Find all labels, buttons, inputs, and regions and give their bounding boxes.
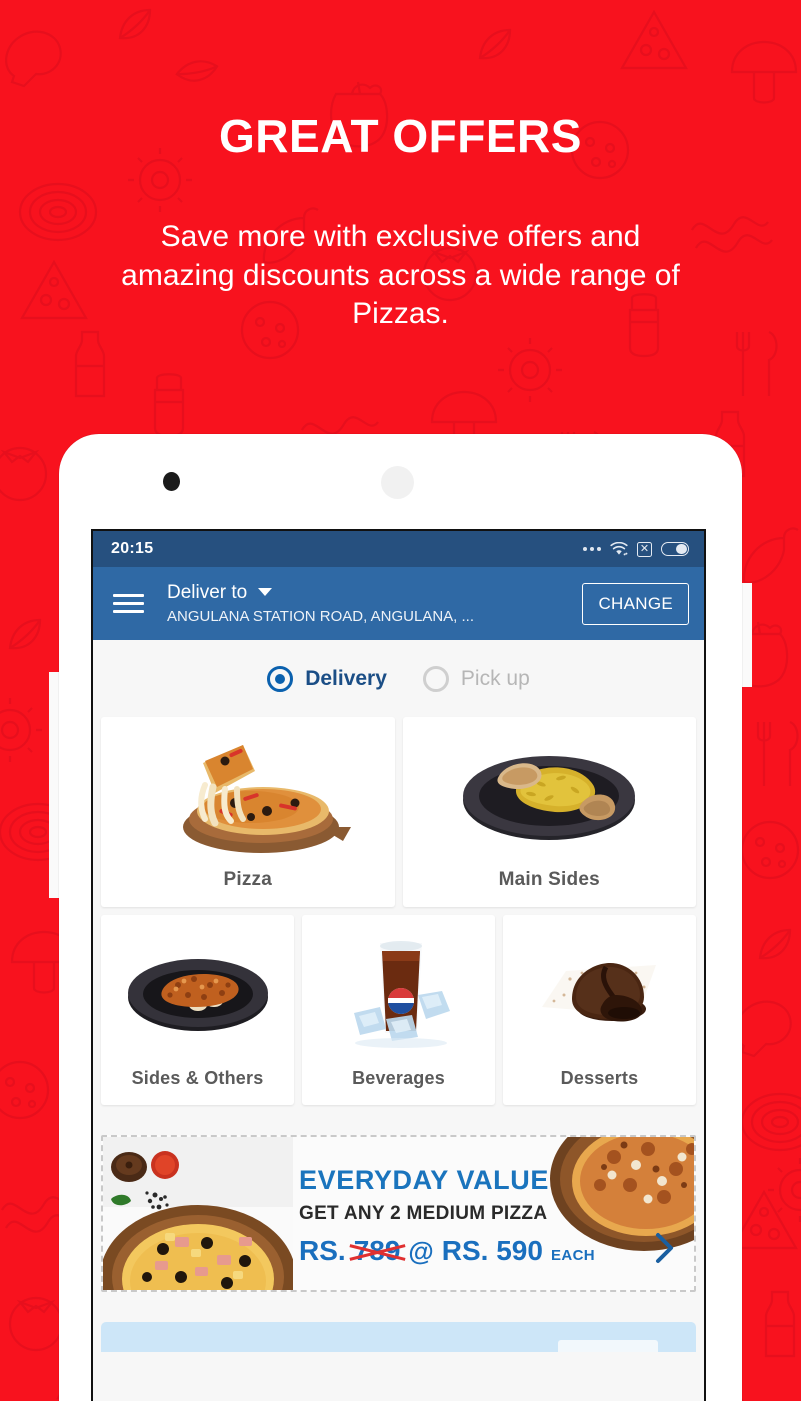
category-grid: Pizza Main Sides Sides & Others Beverage… xyxy=(93,717,704,1105)
category-label-sides-others: Sides & Others xyxy=(131,1068,264,1088)
order-mode-delivery[interactable]: Delivery xyxy=(267,665,387,692)
delivery-address-block[interactable]: Deliver to ANGULANA STATION ROAD, ANGULA… xyxy=(167,581,582,627)
hero-section: GREAT OFFERS Save more with exclusive of… xyxy=(0,0,801,333)
hamburger-menu-icon[interactable] xyxy=(113,594,144,613)
promo-left-pizza-image xyxy=(103,1137,293,1290)
status-time: 20:15 xyxy=(111,540,154,557)
x-box-icon: ✕ xyxy=(637,541,652,557)
category-row-1: Pizza Main Sides xyxy=(101,717,696,907)
front-camera-icon xyxy=(163,472,180,491)
page-subtitle: Save more with exclusive offers and amaz… xyxy=(121,220,680,331)
chocolate-lava-cake-image xyxy=(503,915,696,1068)
promo-headline: EVERYDAY VALUE xyxy=(299,1164,549,1195)
more-dots-icon xyxy=(583,547,601,551)
category-label-main-sides: Main Sides xyxy=(498,869,600,890)
order-mode-delivery-label: Delivery xyxy=(305,666,387,690)
rice-platter-image xyxy=(403,717,697,869)
promo-price-row: RS. 789 @ RS. 590 EACH xyxy=(299,1225,595,1267)
category-label-pizza: Pizza xyxy=(223,869,273,890)
deliver-to-label: Deliver to xyxy=(167,581,248,603)
promo-page: GREAT OFFERS Save more with exclusive of… xyxy=(0,0,801,1401)
promo-subheadline: GET ANY 2 MEDIUM PIZZA xyxy=(299,1202,548,1224)
order-mode-pickup[interactable]: Pick up xyxy=(422,665,530,692)
pasta-plate-image xyxy=(101,915,294,1068)
promo-currency-label: RS. xyxy=(299,1234,346,1266)
category-card-sides-others[interactable]: Sides & Others xyxy=(101,915,294,1105)
order-mode-toggle: Delivery Pick up xyxy=(93,640,704,717)
status-icon-group: ✕ xyxy=(583,541,689,557)
promo-at-symbol: @ xyxy=(408,1235,434,1266)
next-offer-card-inner xyxy=(558,1340,658,1352)
deliver-to-row[interactable]: Deliver to xyxy=(167,581,582,604)
category-label-beverages: Beverages xyxy=(352,1068,445,1088)
status-bar: 20:15 ✕ xyxy=(93,531,704,567)
phone-device-mockup: 20:15 ✕ Deliver to ANGULANA STATION ROAD… xyxy=(59,434,742,1401)
chevron-right-icon[interactable] xyxy=(652,1231,678,1270)
page-title: GREAT OFFERS xyxy=(219,110,582,162)
category-row-2: Sides & Others Beverages Desserts xyxy=(101,915,696,1105)
radio-unselected-icon[interactable] xyxy=(422,665,449,692)
wifi-icon xyxy=(610,541,628,555)
promo-banner-everyday-value[interactable]: EVERYDAY VALUE GET ANY 2 MEDIUM PIZZA RS… xyxy=(101,1135,696,1292)
promo-new-price: RS. 590 xyxy=(441,1234,543,1266)
promo-copy-block: EVERYDAY VALUE GET ANY 2 MEDIUM PIZZA RS… xyxy=(299,1161,595,1267)
phone-screen: 20:15 ✕ Deliver to ANGULANA STATION ROAD… xyxy=(91,529,706,1401)
promo-old-price: 789 xyxy=(353,1234,401,1266)
order-mode-pickup-label: Pick up xyxy=(460,666,530,690)
category-card-beverages[interactable]: Beverages xyxy=(302,915,495,1105)
category-card-pizza[interactable]: Pizza xyxy=(101,717,395,907)
cola-glass-ice-image xyxy=(302,915,495,1068)
content-spacer xyxy=(93,1292,704,1322)
next-offer-card-partial[interactable] xyxy=(101,1322,696,1352)
category-card-desserts[interactable]: Desserts xyxy=(503,915,696,1105)
category-label-desserts: Desserts xyxy=(560,1068,639,1088)
app-bar: Deliver to ANGULANA STATION ROAD, ANGULA… xyxy=(93,567,704,640)
change-address-button[interactable]: CHANGE xyxy=(582,582,689,625)
chevron-down-icon[interactable] xyxy=(258,588,273,596)
promo-banner-section: EVERYDAY VALUE GET ANY 2 MEDIUM PIZZA RS… xyxy=(93,1113,704,1292)
promo-each-label: EACH xyxy=(550,1246,596,1264)
address-text: ANGULANA STATION ROAD, ANGULANA, ... xyxy=(167,607,475,625)
radio-selected-icon[interactable] xyxy=(267,665,294,692)
battery-icon xyxy=(661,542,689,556)
pizza-slice-pull-image xyxy=(101,717,395,869)
category-card-main-sides[interactable]: Main Sides xyxy=(402,717,697,907)
earpiece-speaker xyxy=(381,466,414,499)
